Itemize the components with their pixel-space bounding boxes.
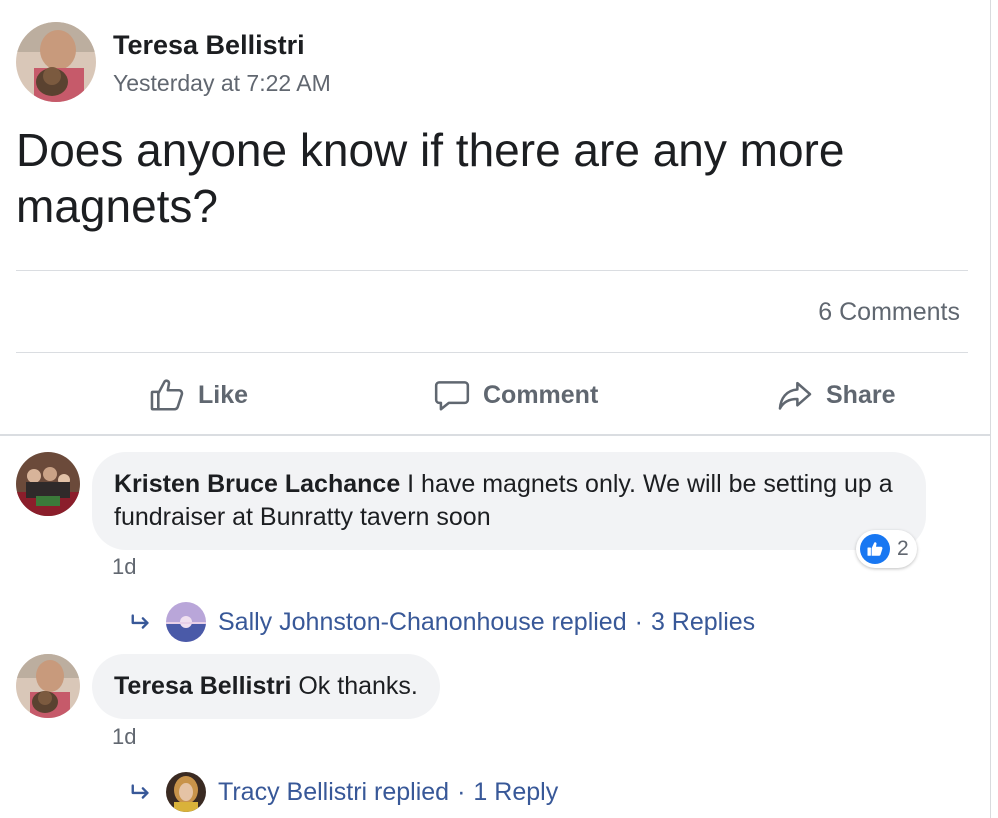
post-timestamp[interactable]: Yesterday at 7:22 AM — [113, 70, 331, 97]
comment-bubble: Teresa Bellistri Ok thanks. — [92, 654, 440, 719]
replies-link[interactable]: Sally Johnston-Chanonhouse replied · 3 R… — [130, 602, 755, 642]
comments-count[interactable]: 6 Comments — [818, 298, 960, 327]
reply-arrow-icon — [131, 784, 149, 799]
reply-arrow-icon — [131, 614, 149, 629]
thumbs-up-icon — [150, 379, 184, 411]
like-button[interactable]: Like — [148, 372, 248, 418]
reply-separator: · — [457, 777, 466, 806]
post-author-name[interactable]: Teresa Bellistri — [113, 30, 305, 61]
section-divider — [0, 434, 990, 436]
comment-icon — [434, 381, 470, 411]
post-actions: Like Comment Share — [0, 372, 990, 418]
replier-avatar — [166, 602, 206, 642]
reply-summary-text: Tracy Bellistri replied — [218, 777, 450, 806]
comment-button[interactable]: Comment — [433, 372, 598, 418]
comment-author[interactable]: Kristen Bruce Lachance — [114, 470, 400, 498]
reply-count: 3 Replies — [650, 607, 756, 636]
replies-link[interactable]: Tracy Bellistri replied · 1 Reply — [130, 772, 558, 812]
like-reaction-icon — [860, 534, 890, 564]
comment-time[interactable]: 1d — [112, 724, 136, 750]
divider — [16, 352, 968, 353]
reaction-count: 2 — [897, 537, 909, 560]
comment-author[interactable]: Teresa Bellistri — [114, 672, 291, 700]
commenter-avatar[interactable] — [16, 654, 80, 718]
post-card: Teresa Bellistri Yesterday at 7:22 AM Do… — [0, 0, 990, 436]
feed-edge — [990, 0, 991, 818]
reply-summary-text: Sally Johnston-Chanonhouse replied — [218, 607, 627, 636]
reply-count: 1 Reply — [473, 777, 559, 806]
like-label: Like — [198, 380, 249, 409]
divider — [16, 270, 968, 271]
comment-bubble: Kristen Bruce Lachance I have magnets on… — [92, 452, 926, 550]
author-avatar[interactable] — [16, 22, 96, 102]
reply-separator: · — [634, 607, 643, 636]
share-button[interactable]: Share — [776, 372, 895, 418]
commenter-avatar[interactable] — [16, 452, 80, 516]
comment-text: Ok thanks. — [291, 672, 418, 700]
reaction-summary[interactable]: 2 — [856, 530, 917, 568]
comment-time[interactable]: 1d — [112, 554, 136, 580]
post-text: Does anyone know if there are any more m… — [16, 124, 845, 232]
replier-avatar — [166, 772, 206, 812]
share-label: Share — [826, 380, 896, 409]
comment-label: Comment — [483, 380, 599, 409]
share-icon — [778, 381, 812, 410]
